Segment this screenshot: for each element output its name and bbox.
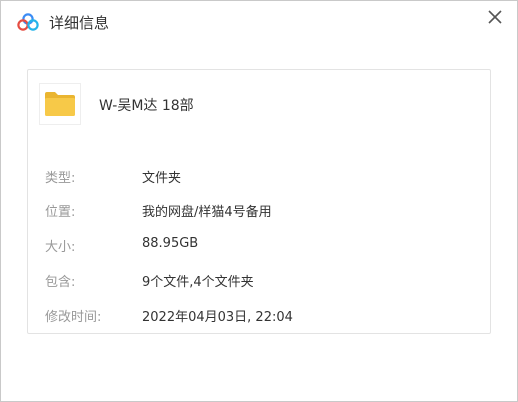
info-label: 类型: [45, 171, 76, 186]
info-value: 我的网盘/样猫4号备用 [142, 205, 272, 220]
info-value: 9个文件,4个文件夹 [142, 275, 254, 290]
info-row-modified: 修改时间: 2022年04月03日, 22:04 [45, 306, 485, 326]
info-value: 2022年04月03日, 22:04 [142, 310, 293, 325]
close-icon[interactable] [485, 7, 505, 27]
info-value: 文件夹 [142, 171, 182, 186]
info-label: 大小: [45, 240, 76, 255]
file-name: W-吴M达 18部 [99, 98, 194, 114]
dialog-title: 详细信息 [49, 14, 110, 32]
info-row-size: 大小: 88.95GB [45, 236, 485, 256]
file-thumbnail [39, 83, 81, 125]
info-label: 位置: [45, 205, 76, 220]
details-dialog: 详细信息 W-吴M达 18部 类型: 文件夹 位置: 我的网盘/样猫4号备用 大… [0, 0, 518, 402]
info-row-contains: 包含: 9个文件,4个文件夹 [45, 271, 485, 291]
info-row-location: 位置: 我的网盘/样猫4号备用 [45, 201, 485, 221]
info-value: 88.95GB [142, 236, 199, 251]
folder-icon [45, 92, 75, 116]
info-label: 修改时间: [45, 310, 102, 325]
info-row-type: 类型: 文件夹 [45, 167, 485, 187]
baidu-netdisk-logo-icon [17, 13, 39, 31]
info-label: 包含: [45, 275, 76, 290]
details-panel: W-吴M达 18部 类型: 文件夹 位置: 我的网盘/样猫4号备用 大小: 88… [27, 69, 491, 334]
title-bar: 详细信息 [1, 1, 517, 41]
